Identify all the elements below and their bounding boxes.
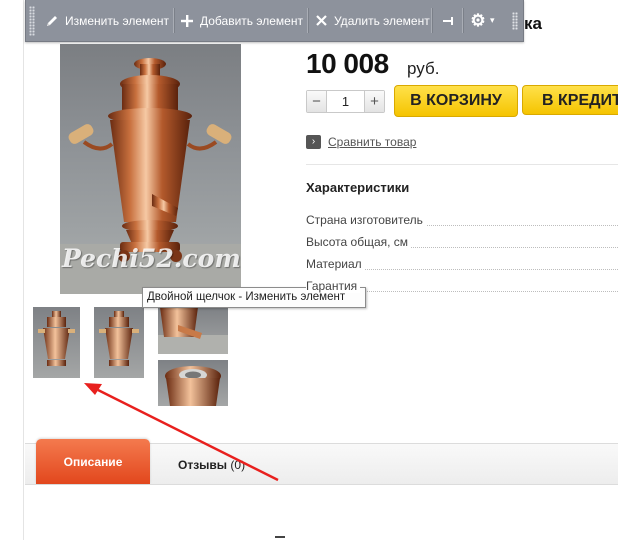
characteristic-label: Гарантия <box>306 279 361 293</box>
product-title: ка <box>524 14 542 33</box>
quantity-decrease-button[interactable]: − <box>307 91 327 112</box>
characteristic-row: Гарантия <box>306 279 618 295</box>
delete-element-button[interactable]: Удалить элемент <box>314 0 430 41</box>
characteristic-row: Страна изготовитель <box>306 213 618 229</box>
add-element-button[interactable]: Добавить элемент <box>180 0 303 41</box>
plus-icon <box>180 14 194 28</box>
quantity-increase-button[interactable]: + <box>364 91 384 112</box>
toolbar-separator <box>307 8 309 33</box>
buy-on-credit-button[interactable]: В КРЕДИТ <box>522 85 618 115</box>
tab-reviews-label: Отзывы <box>178 458 228 472</box>
chevron-down-icon: ▾ <box>490 15 495 25</box>
compare-product-link[interactable]: Сравнить товар <box>328 135 416 149</box>
characteristic-row: Высота общая, см <box>306 235 618 251</box>
tab-description[interactable]: Описание <box>36 439 150 484</box>
settings-button[interactable]: ⚙ ▾ <box>469 0 495 41</box>
pin-toolbar-button[interactable] <box>442 0 462 41</box>
pin-icon <box>442 14 456 28</box>
quantity-stepper: − 1 + <box>306 90 385 113</box>
delete-element-label: Удалить элемент <box>334 13 430 28</box>
product-thumbnail[interactable] <box>158 360 228 406</box>
scroll-indicator <box>275 536 285 538</box>
product-thumbnail[interactable] <box>158 307 228 354</box>
quantity-input[interactable]: 1 <box>327 91 364 112</box>
add-element-label: Добавить элемент <box>200 13 303 28</box>
close-icon <box>314 14 328 28</box>
product-main-image[interactable]: Pechi52.com <box>60 44 241 294</box>
product-thumbnail[interactable] <box>94 307 144 378</box>
reviews-count: (0) <box>230 458 246 472</box>
price-currency: руб. <box>407 59 440 78</box>
characteristic-label: Материал <box>306 257 365 271</box>
edit-element-label: Изменить элемент <box>65 13 170 28</box>
characteristic-row: Материал <box>306 257 618 273</box>
compare-arrow-icon: › <box>306 135 321 149</box>
toolbar-separator <box>431 8 433 33</box>
section-divider <box>306 164 618 165</box>
edit-element-button[interactable]: Изменить элемент <box>45 0 169 41</box>
characteristics-heading: Характеристики <box>306 180 410 195</box>
admin-edit-toolbar: Изменить элемент Добавить элемент Удалит… <box>25 0 524 42</box>
toolbar-drag-handle[interactable] <box>29 6 35 36</box>
page-left-border <box>23 0 24 540</box>
toolbar-separator <box>173 8 175 33</box>
gear-icon: ⚙ <box>470 11 486 30</box>
photo-watermark: Pechi52.com <box>62 244 241 273</box>
toolbar-separator <box>462 8 464 33</box>
product-price: 10 008 <box>306 48 389 79</box>
product-thumbnail[interactable] <box>33 307 80 378</box>
pencil-icon <box>45 14 59 28</box>
characteristic-label: Страна изготовитель <box>306 213 426 227</box>
characteristic-label: Высота общая, см <box>306 235 412 249</box>
toolbar-more-handle[interactable] <box>512 12 518 30</box>
add-to-cart-button[interactable]: В КОРЗИНУ <box>394 85 518 117</box>
tab-reviews[interactable]: Отзывы (0) <box>178 458 245 472</box>
